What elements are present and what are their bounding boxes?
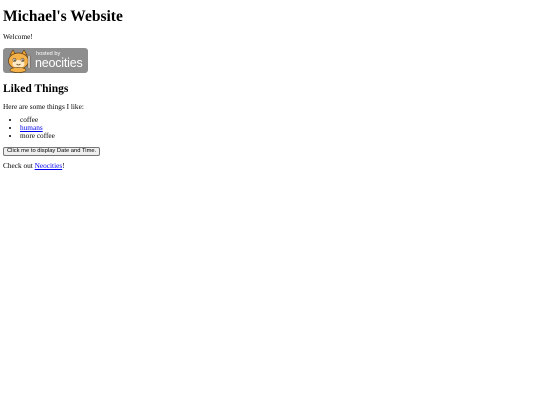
footer-prefix: Check out	[3, 161, 35, 170]
display-date-time-button[interactable]: Click me to display Date and Time.	[3, 147, 101, 156]
neocities-cat-icon	[4, 49, 36, 73]
welcome-text: Welcome!	[3, 32, 33, 41]
page-title: Michael's Website	[3, 8, 123, 25]
neocities-badge-link[interactable]: hosted by neocities	[3, 48, 88, 73]
liked-intro-text: Here are some things I like:	[3, 102, 84, 111]
list-item: more coffee	[20, 130, 55, 140]
footer-suffix: !	[62, 161, 65, 170]
badge-brand-text: neocities	[35, 56, 83, 70]
list-item-text: more coffee	[20, 130, 55, 140]
liked-things-heading: Liked Things	[3, 83, 69, 95]
footer-text: Check out Neocities!	[3, 161, 65, 170]
neocities-link[interactable]: Neocities	[35, 161, 63, 170]
liked-things-list: coffee humans more coffee	[3, 116, 55, 139]
